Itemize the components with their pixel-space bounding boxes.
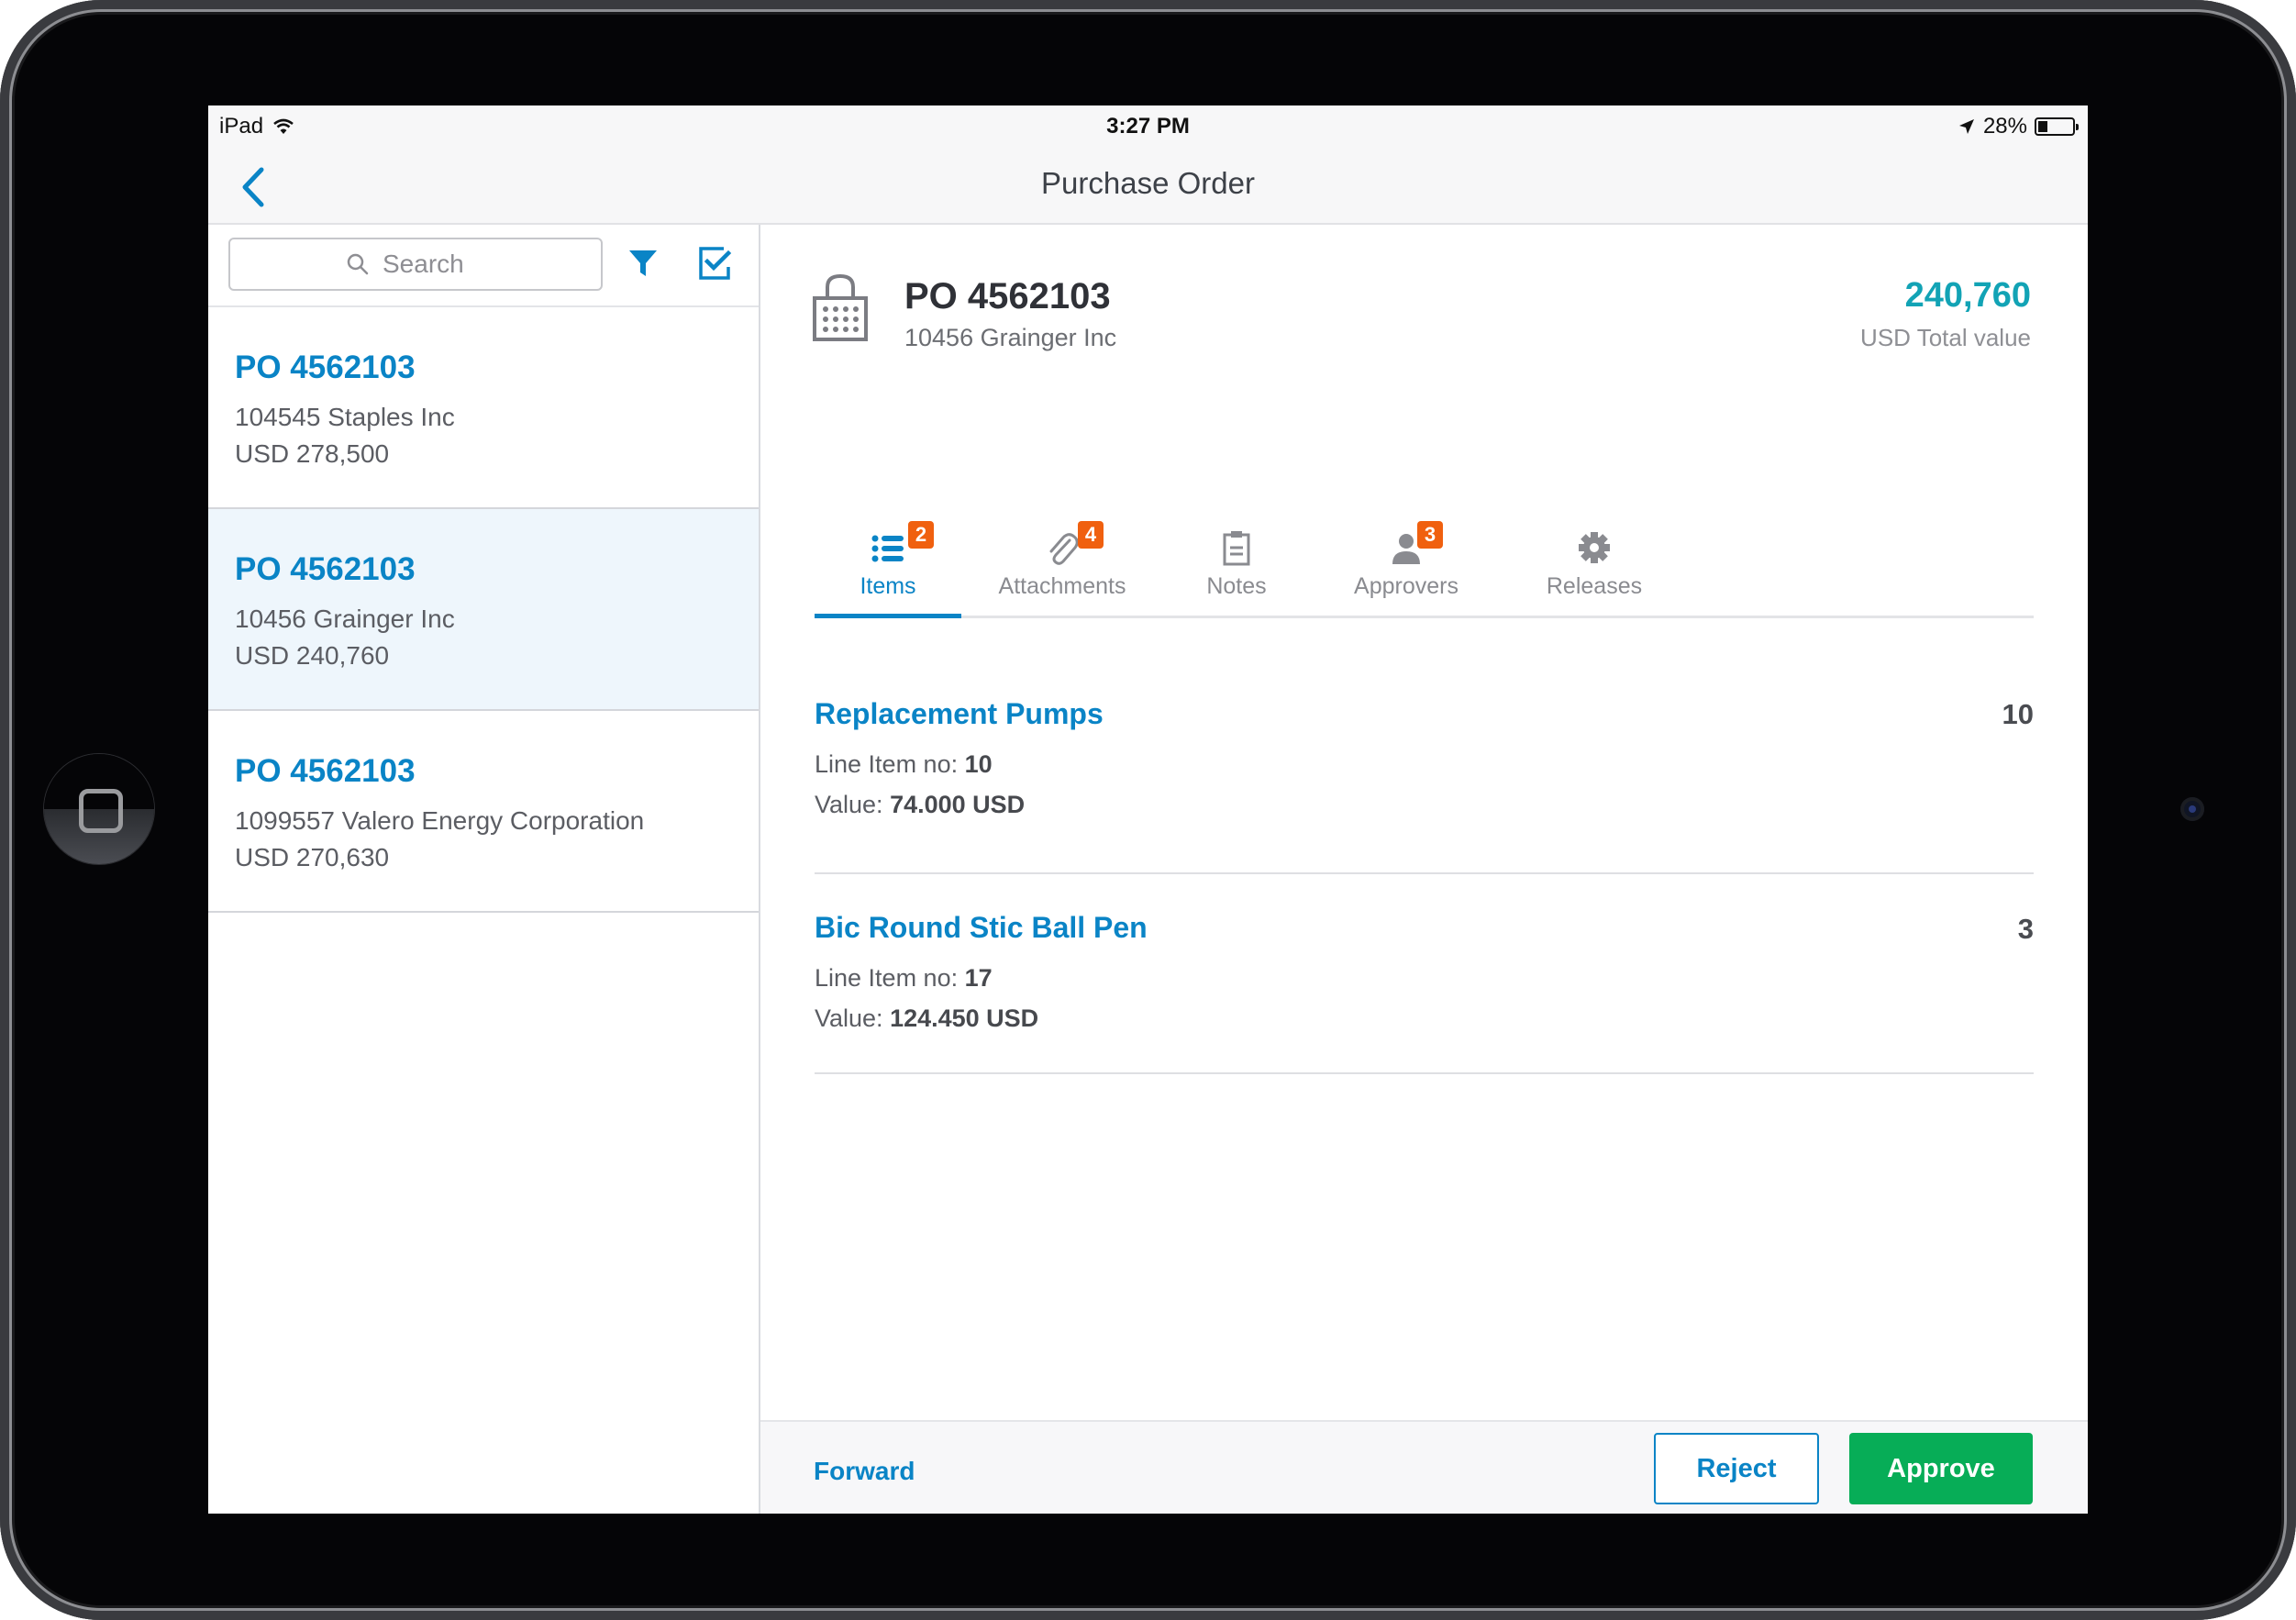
line-item-value: 124.450 USD <box>890 1004 1039 1032</box>
po-detail-pane: PO 4562103 10456 Grainger Inc 240,760 US… <box>760 225 2088 1514</box>
search-field[interactable] <box>228 238 603 291</box>
tab-label: Releases <box>1546 573 1643 599</box>
line-item-title: Replacement Pumps <box>815 697 1104 730</box>
filter-icon[interactable] <box>625 245 661 282</box>
line-item-quantity: 10 <box>2002 698 2034 730</box>
battery-level <box>2038 121 2047 132</box>
tab-attachments[interactable]: 4 Attachments <box>961 511 1163 616</box>
home-button[interactable] <box>44 754 154 864</box>
battery-icon <box>2035 117 2079 136</box>
status-bar: iPad 3:27 PM 28% <box>208 105 2088 146</box>
line-item-value: 74.000 USD <box>890 791 1026 818</box>
line-item-quantity: 3 <box>2017 913 2034 945</box>
reject-button[interactable]: Reject <box>1654 1433 1819 1504</box>
search-input[interactable] <box>381 249 485 280</box>
tab-label: Approvers <box>1354 573 1459 599</box>
location-arrow-icon <box>1958 119 1974 134</box>
line-item-number-label: Line Item no: <box>815 750 959 778</box>
line-items-list: Replacement Pumps Line Item no: 10 Value… <box>815 674 2034 1074</box>
screen: iPad 3:27 PM 28% Purchase Order Search P… <box>208 105 2088 1514</box>
po-detail-vendor: 10456 Grainger Inc <box>904 324 1117 351</box>
front-camera <box>2180 797 2204 821</box>
action-footer: Forward Reject Approve <box>760 1420 2088 1514</box>
po-amount: USD 270,630 <box>235 843 390 871</box>
forward-button[interactable]: Forward <box>814 1457 915 1486</box>
line-item-value-row: Value: 74.000 USD <box>815 784 2034 825</box>
list-icon <box>871 535 904 562</box>
paperclip-icon <box>1049 533 1079 565</box>
line-item[interactable]: Replacement Pumps Line Item no: 10 Value… <box>815 674 2034 874</box>
po-number: PO 4562103 <box>235 551 416 587</box>
gear-icon <box>1579 532 1610 563</box>
po-amount: USD 240,760 <box>235 641 390 670</box>
shopping-bag-icon <box>813 273 868 341</box>
tab-approvers[interactable]: 3 Approvers <box>1310 511 1503 616</box>
po-list-item[interactable]: PO 4562103 1099557 Valero Energy Corpora… <box>208 711 759 913</box>
home-square-icon <box>79 789 123 833</box>
line-item-value-label: Value: <box>815 791 883 818</box>
po-list-sidebar: PO 4562103 104545 Staples Inc USD 278,50… <box>208 225 760 1514</box>
status-time: 3:27 PM <box>1106 114 1190 139</box>
line-item-title: Bic Round Stic Ball Pen <box>815 911 1148 944</box>
tab-releases[interactable]: Releases <box>1503 511 1686 616</box>
line-item-number-row: Line Item no: 17 <box>815 958 2034 998</box>
po-list-item-selected[interactable]: PO 4562103 10456 Grainger Inc USD 240,76… <box>208 509 759 711</box>
po-vendor: 104545 Staples Inc <box>235 403 455 431</box>
approve-button[interactable]: Approve <box>1849 1433 2033 1504</box>
search-row <box>208 225 759 307</box>
items-count-badge: 2 <box>908 521 934 549</box>
po-number: PO 4562103 <box>235 350 416 385</box>
line-item[interactable]: Bic Round Stic Ball Pen Line Item no: 17… <box>815 874 2034 1074</box>
search-icon <box>347 253 369 275</box>
line-item-value-row: Value: 124.450 USD <box>815 998 2034 1038</box>
po-detail-title: PO 4562103 <box>904 276 1111 316</box>
tab-label: Notes <box>1206 573 1267 599</box>
checkbox-checked-icon[interactable] <box>696 245 733 282</box>
attachments-count-badge: 4 <box>1078 521 1104 549</box>
tab-notes[interactable]: Notes <box>1163 511 1310 616</box>
po-amount: USD 278,500 <box>235 439 390 468</box>
battery-percent: 28% <box>1982 114 2027 139</box>
navigation-bar: Purchase Order <box>208 146 2088 225</box>
tab-items[interactable]: 2 Items <box>815 511 961 618</box>
po-total-label: USD Total value <box>1860 324 2031 351</box>
line-item-number-label: Line Item no: <box>815 964 959 992</box>
line-item-value-label: Value: <box>815 1004 883 1032</box>
clipboard-icon <box>1223 531 1250 566</box>
detail-tabs: 2 Items 4 Attachments Notes 3 Approvers … <box>815 511 2034 618</box>
line-item-number-row: Line Item no: 10 <box>815 744 2034 784</box>
po-vendor: 1099557 Valero Energy Corporation <box>235 806 645 835</box>
page-title: Purchase Order <box>1041 166 1255 200</box>
line-item-number: 10 <box>964 750 993 778</box>
tab-label: Items <box>860 573 916 599</box>
po-list-item[interactable]: PO 4562103 104545 Staples Inc USD 278,50… <box>208 307 759 509</box>
tab-label: Attachments <box>998 573 1126 599</box>
po-vendor: 10456 Grainger Inc <box>235 605 455 633</box>
approvers-count-badge: 3 <box>1417 521 1443 549</box>
po-total-value: 240,760 <box>1904 276 2031 315</box>
line-item-number: 17 <box>964 964 993 992</box>
po-number: PO 4562103 <box>235 753 416 789</box>
